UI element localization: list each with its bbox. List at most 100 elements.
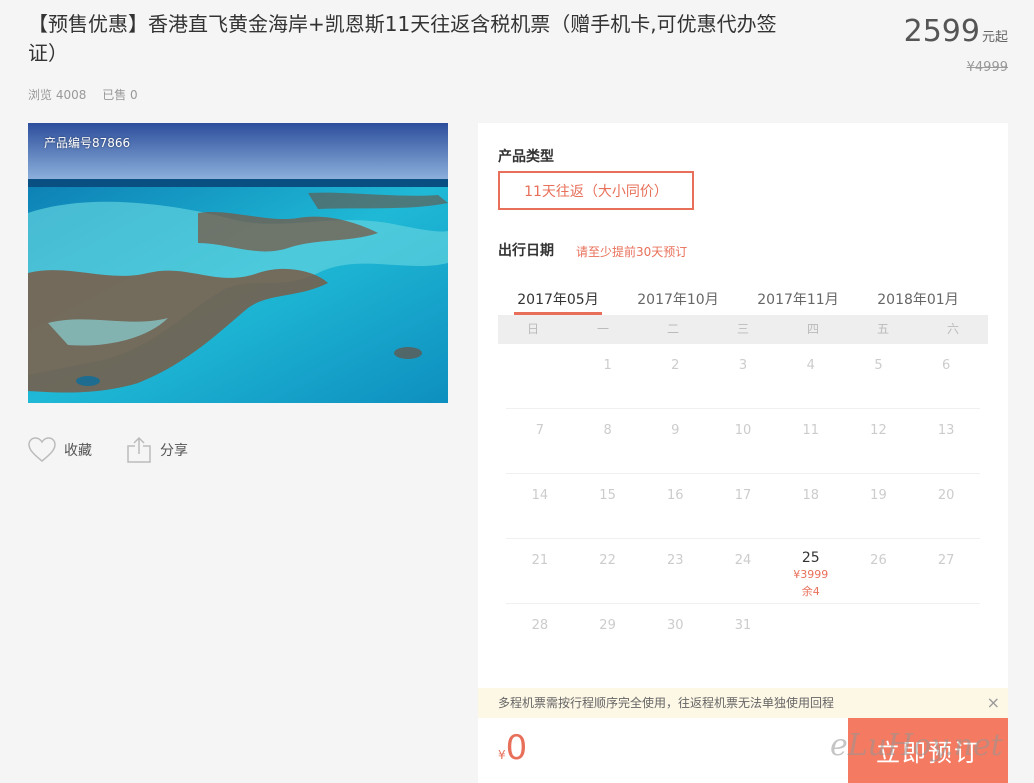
favorite-label: 收藏 xyxy=(64,443,92,459)
calendar-grid: 1 2 3 4 5 6 7 8 9 10 11 12 13 14 15 16 17 18 19 20 21 22 23 24 2… xyxy=(498,344,988,669)
calendar-day xyxy=(777,604,845,669)
calendar-row: 21 22 23 24 25 ¥3999 余4 26 27 xyxy=(506,539,980,604)
reef-image xyxy=(28,123,448,403)
month-tab[interactable]: 2018年01月 xyxy=(858,283,978,315)
day-number: 14 xyxy=(531,488,549,503)
price-unit: 元起 xyxy=(981,30,1008,45)
month-tab[interactable]: 2017年05月 xyxy=(498,283,618,315)
day-number: 5 xyxy=(874,358,883,373)
calendar-day: 8 xyxy=(574,409,642,473)
day-number: 18 xyxy=(802,488,819,503)
day-price: ¥3999 xyxy=(793,568,829,581)
day-stock: 余4 xyxy=(801,585,820,598)
weekday-label: 四 xyxy=(806,322,819,336)
calendar-day: 13 xyxy=(912,409,980,473)
view-count: 浏览 4008 xyxy=(28,88,87,102)
calendar-day: 26 xyxy=(845,539,913,603)
price-value: 2599 xyxy=(903,14,980,49)
original-price: ¥4999 xyxy=(966,60,1008,75)
product-type-option[interactable]: 11天往返（大小同价） xyxy=(498,171,694,210)
calendar-day: 7 xyxy=(506,409,574,473)
close-icon[interactable]: × xyxy=(987,688,1000,718)
calendar-day: 10 xyxy=(709,409,777,473)
calendar-day: 9 xyxy=(641,409,709,473)
action-bar: 收藏 分享 xyxy=(28,436,222,464)
calendar-day: 21 xyxy=(506,539,574,603)
share-button[interactable]: 分享 xyxy=(126,436,188,464)
calendar-day: 31 xyxy=(709,604,777,669)
sold-count: 已售 0 xyxy=(102,88,138,102)
day-number: 24 xyxy=(734,553,752,568)
calendar-day: 1 xyxy=(574,344,642,408)
calendar-day: 2 xyxy=(641,344,709,408)
calendar-day[interactable]: 25 ¥3999 余4 xyxy=(777,539,845,603)
date-note: 请至少提前30天预订 xyxy=(576,245,688,259)
product-type-title: 产品类型 xyxy=(498,149,554,165)
calendar-day: 28 xyxy=(506,604,574,669)
day-number: 13 xyxy=(937,423,955,438)
booking-panel: 产品类型 11天往返（大小同价） 出行日期 请至少提前30天预订 2017年05… xyxy=(478,123,1008,783)
calendar-row: 1 2 3 4 5 6 xyxy=(506,344,980,409)
calendar-day: 18 xyxy=(777,474,845,538)
day-number: 19 xyxy=(870,488,887,503)
calendar-day: 15 xyxy=(574,474,642,538)
month-tab[interactable]: 2017年10月 xyxy=(618,283,738,315)
day-number: 20 xyxy=(937,488,955,503)
calendar-day: 19 xyxy=(845,474,913,538)
day-number: 25 xyxy=(801,550,820,566)
day-number: 1 xyxy=(603,358,612,373)
share-icon xyxy=(127,436,151,463)
day-number: 7 xyxy=(535,423,544,438)
day-number: 22 xyxy=(599,553,616,568)
day-number: 28 xyxy=(531,618,549,633)
calendar-day: 17 xyxy=(709,474,777,538)
current-price: 2599 元起 xyxy=(904,12,1008,58)
currency-symbol: ¥ xyxy=(498,748,506,762)
product-title: 【预售优惠】香港直飞黄金海岸+凯恩斯11天往返含税机票（赠手机卡,可优惠代办签证… xyxy=(28,12,777,65)
day-number: 29 xyxy=(599,618,616,633)
month-tab[interactable]: 2017年11月 xyxy=(738,283,858,315)
calendar-day xyxy=(506,344,574,408)
calendar-day: 11 xyxy=(777,409,845,473)
weekday-label: 三 xyxy=(736,322,749,336)
total-value: 0 xyxy=(505,728,528,768)
day-number: 6 xyxy=(942,358,951,373)
calendar-row: 7 8 9 10 11 12 13 xyxy=(506,409,980,474)
calendar-weekdays: 日 一 二 三 四 五 六 xyxy=(498,315,988,344)
month-tabs: 2017年05月 2017年10月 2017年11月 2018年01月 xyxy=(498,283,988,315)
day-number: 4 xyxy=(806,358,815,373)
weekday-label: 一 xyxy=(596,322,609,336)
day-number: 27 xyxy=(937,553,955,568)
calendar-day: 24 xyxy=(709,539,777,603)
day-number: 17 xyxy=(734,488,752,503)
calendar-day: 30 xyxy=(641,604,709,669)
day-number: 26 xyxy=(870,553,887,568)
calendar-day: 23 xyxy=(641,539,709,603)
day-number: 23 xyxy=(667,553,684,568)
travel-date-title: 出行日期 xyxy=(498,243,554,259)
day-number: 3 xyxy=(738,358,748,373)
heart-icon xyxy=(28,437,56,462)
calendar-day: 5 xyxy=(845,344,913,408)
calendar-day: 27 xyxy=(912,539,980,603)
ticket-notice: 多程机票需按行程顺序完全使用，往返程机票无法单独使用回程 × xyxy=(478,688,1008,718)
calendar-day: 22 xyxy=(574,539,642,603)
calendar-day: 29 xyxy=(574,604,642,669)
watermark: eLuHoy.net xyxy=(830,728,1003,763)
calendar-day: 16 xyxy=(641,474,709,538)
calendar-row: 28 29 30 31 xyxy=(506,604,980,669)
weekday-label: 五 xyxy=(876,322,889,336)
day-number: 21 xyxy=(531,553,549,568)
day-number: 11 xyxy=(802,423,819,438)
day-number: 8 xyxy=(603,423,612,438)
favorite-button[interactable]: 收藏 xyxy=(28,437,92,463)
calendar-day: 6 xyxy=(912,344,980,408)
calendar-row: 14 15 16 17 18 19 20 xyxy=(506,474,980,539)
day-number: 10 xyxy=(734,423,752,438)
day-number: 12 xyxy=(870,423,887,438)
calendar-day: 12 xyxy=(845,409,913,473)
weekday-label: 二 xyxy=(666,322,679,336)
day-number: 15 xyxy=(599,488,616,503)
calendar-day: 20 xyxy=(912,474,980,538)
calendar-day xyxy=(912,604,980,669)
